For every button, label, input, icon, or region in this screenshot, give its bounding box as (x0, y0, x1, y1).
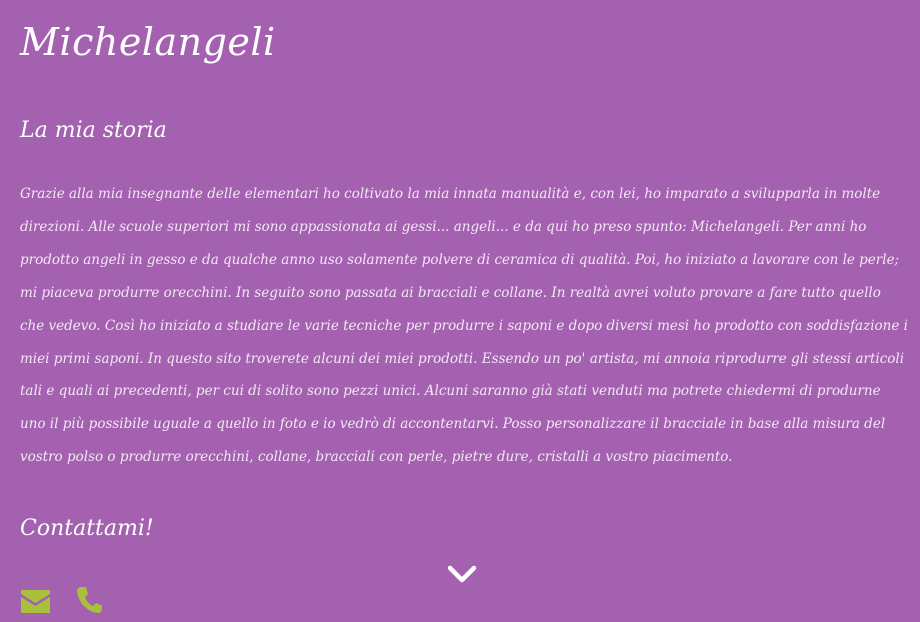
chevron-down-icon[interactable] (446, 562, 478, 586)
envelope-icon[interactable] (20, 586, 51, 614)
story-title: La mia storia (20, 118, 167, 143)
site-title: Michelangeli (20, 20, 276, 64)
story-text: Grazie alla mia insegnante delle element… (20, 186, 908, 466)
contact-title: Contattami! (20, 516, 154, 541)
phone-icon[interactable] (76, 586, 102, 614)
